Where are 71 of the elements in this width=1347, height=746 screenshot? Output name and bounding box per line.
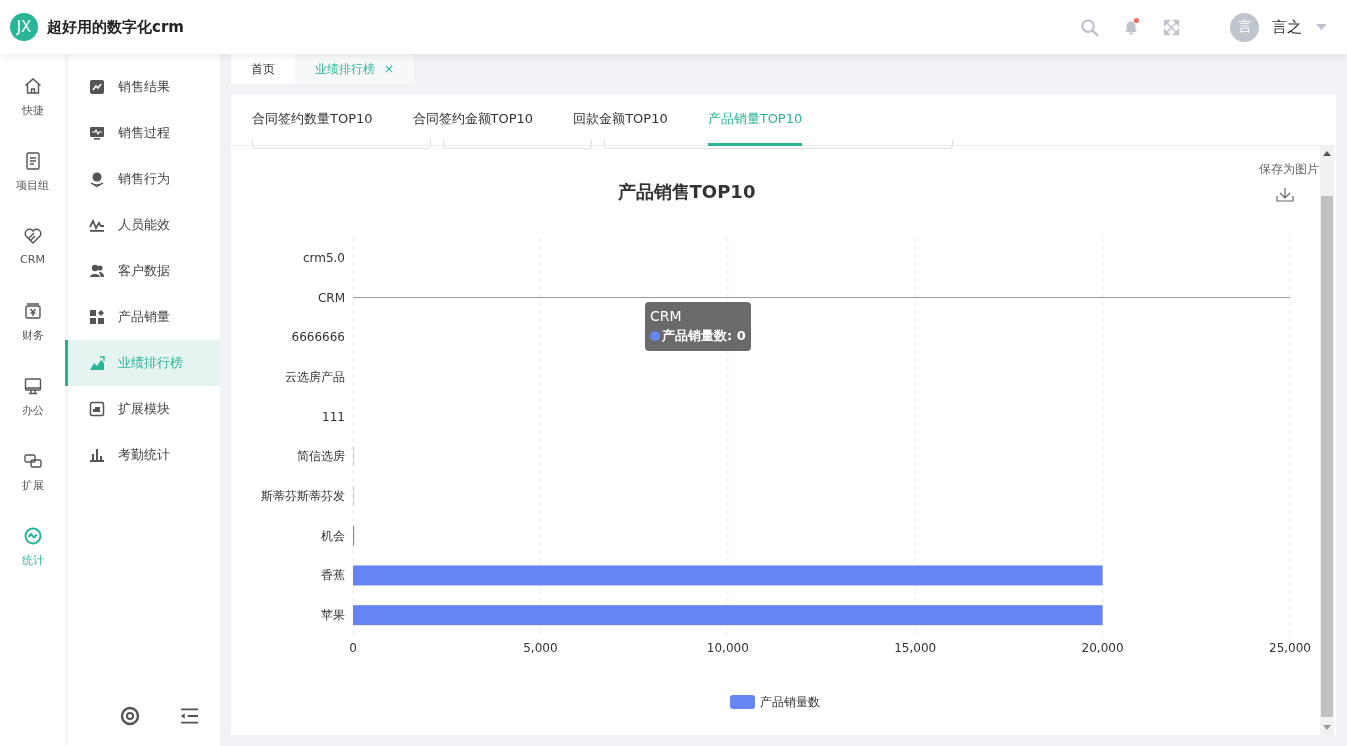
scrollbar-thumb[interactable] [1321,196,1333,717]
axis-tick-label: 0 [349,641,357,655]
save-image-button[interactable]: 保存为图片 [1259,162,1319,176]
heart-icon [22,226,43,246]
nav-rail-item[interactable]: 扩展 [0,451,65,526]
legend-swatch[interactable] [730,695,755,709]
axis-tick-label: 15,000 [894,641,937,655]
series-dot [650,330,660,341]
category-label: CRM [317,290,345,305]
collapse-menu-icon[interactable] [180,708,199,724]
axis-tick-label: 5,000 [523,641,558,655]
app-name: 超好用的数字化crm [47,17,184,37]
category-label: 云选房产品 [285,369,345,384]
tooltip-value: 产品销量数: 0 [662,326,746,345]
submenu-item[interactable]: 产品销量 [65,294,220,340]
line-chart-icon [89,217,105,233]
nav-rail-item[interactable]: 快捷 [0,76,65,151]
submenu-item[interactable]: 销售过程 [65,110,220,156]
category-label: 香蕉 [321,568,345,583]
axis-tick-label: 25,000 [1269,641,1311,655]
bar-chart-icon [89,447,105,463]
axis-tick-label: 20,000 [1081,641,1124,655]
logo: JX [10,13,38,41]
category-label: crm5.0 [302,250,345,265]
nav-rail-item[interactable]: 项目组 [0,151,65,226]
search-icon[interactable] [1080,17,1099,37]
submenu-item[interactable]: 考勤统计 [65,432,220,478]
filter-field[interactable] [443,140,592,149]
category-label: 简信选房 [297,449,345,464]
category-label: 斯蒂芬斯蒂芬发 [261,489,345,504]
nav-rail-item[interactable]: 办公 [0,376,65,451]
filter-field[interactable] [604,140,953,149]
windows-icon [22,451,43,471]
user-name[interactable]: 言之 [1272,17,1302,37]
square-icon [89,401,105,417]
submenu-item[interactable]: 销售结果 [65,64,220,110]
users-icon [89,263,105,279]
filter-field[interactable] [252,140,431,149]
home-icon [22,76,43,96]
caret-icon[interactable] [1316,23,1327,31]
tooltip-title: CRM [650,307,683,324]
axis-tick-label: 10,000 [706,641,749,655]
submenu-item[interactable]: 扩展模块 [65,386,220,432]
yen-icon [22,301,43,321]
monitor-icon [22,376,43,396]
fullscreen-icon[interactable] [1163,18,1180,36]
scroll-down-icon[interactable] [1323,725,1331,730]
scrollbar[interactable] [1320,146,1334,735]
category-label: 6666666 [291,330,345,345]
report-tab[interactable]: 合同签约数量TOP10 [252,95,373,146]
legend-label[interactable]: 产品销量数 [760,695,820,709]
category-label: 苹果 [321,608,345,623]
category-label: 机会 [321,528,345,543]
area-chart-icon [89,355,105,371]
report-tab[interactable]: 回款金额TOP10 [573,95,668,146]
nav-rail-item[interactable]: CRM [0,226,65,301]
chart-title: 产品销售TOP10 [617,181,756,202]
scroll-up-icon[interactable] [1323,151,1331,156]
nav-rail-item[interactable]: 财务 [0,301,65,376]
report-tab[interactable]: 合同签约金额TOP10 [412,95,534,146]
download-icon[interactable] [1276,187,1294,202]
grid-icon [89,309,105,325]
monitor-pulse-icon [89,125,105,141]
submenu-item[interactable]: 人员能效 [65,202,220,248]
submenu-item[interactable]: 客户数据 [65,248,220,294]
page-tab[interactable]: 首页 [231,54,295,84]
target-icon[interactable] [120,706,140,726]
chart-circle-icon [22,526,43,546]
chart-square-icon [89,79,105,95]
category-label: 111 [322,409,345,424]
submenu-item[interactable]: 销售行为 [65,156,220,202]
